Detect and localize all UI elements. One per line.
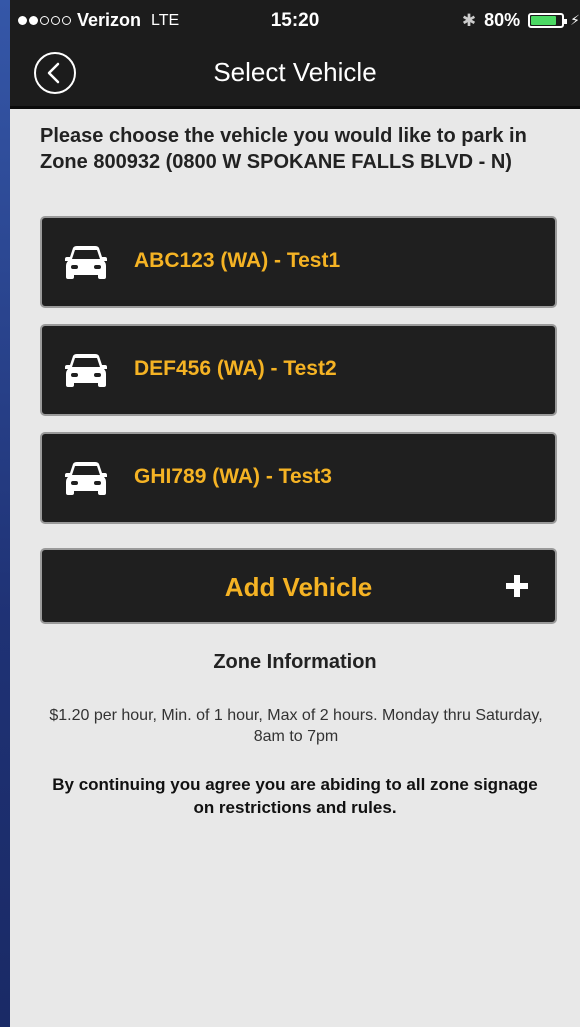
vehicle-prompt: Please choose the vehicle you would like… xyxy=(40,125,527,173)
vehicle-label: DEF456 (WA) - Test2 xyxy=(134,357,337,380)
vehicle-label: ABC123 (WA) - Test1 xyxy=(134,249,341,272)
vehicle-button-3[interactable]: GHI789 (WA) - Test3 xyxy=(40,432,557,524)
add-vehicle-button[interactable]: Add Vehicle xyxy=(40,548,557,624)
zone-info-heading: Zone Information xyxy=(213,651,377,673)
battery-percent: 80% xyxy=(484,10,521,30)
plus-icon xyxy=(506,575,528,597)
vehicle-button-1[interactable]: ABC123 (WA) - Test1 xyxy=(40,216,557,308)
vehicle-button-2[interactable]: DEF456 (WA) - Test2 xyxy=(40,324,557,416)
nav-bar: Select Vehicle xyxy=(10,46,580,102)
battery-icon xyxy=(528,13,568,28)
app-screen: Verizon LTE 15:20 ✱ 80% ⚡ Select Vehicle… xyxy=(10,0,580,1027)
zone-info-text: $1.20 per hour, Min. of 1 hour, Max of 2… xyxy=(49,707,543,745)
page-title: Select Vehicle xyxy=(213,57,377,87)
add-vehicle-label: Add Vehicle xyxy=(224,572,373,602)
car-icon xyxy=(65,462,107,495)
car-icon xyxy=(65,354,107,387)
battery-info: ✱ 80% ⚡ xyxy=(462,10,580,31)
background-edge xyxy=(0,0,10,1027)
status-bar: Verizon LTE 15:20 ✱ 80% ⚡ xyxy=(10,0,580,40)
agreement-text: By continuing you agree you are abiding … xyxy=(52,775,538,817)
vehicle-label: GHI789 (WA) - Test3 xyxy=(134,465,332,488)
charging-icon: ⚡ xyxy=(570,12,580,28)
header: Verizon LTE 15:20 ✱ 80% ⚡ Select Vehicle xyxy=(10,0,580,109)
car-icon xyxy=(65,246,107,279)
bluetooth-icon: ✱ xyxy=(461,10,477,30)
